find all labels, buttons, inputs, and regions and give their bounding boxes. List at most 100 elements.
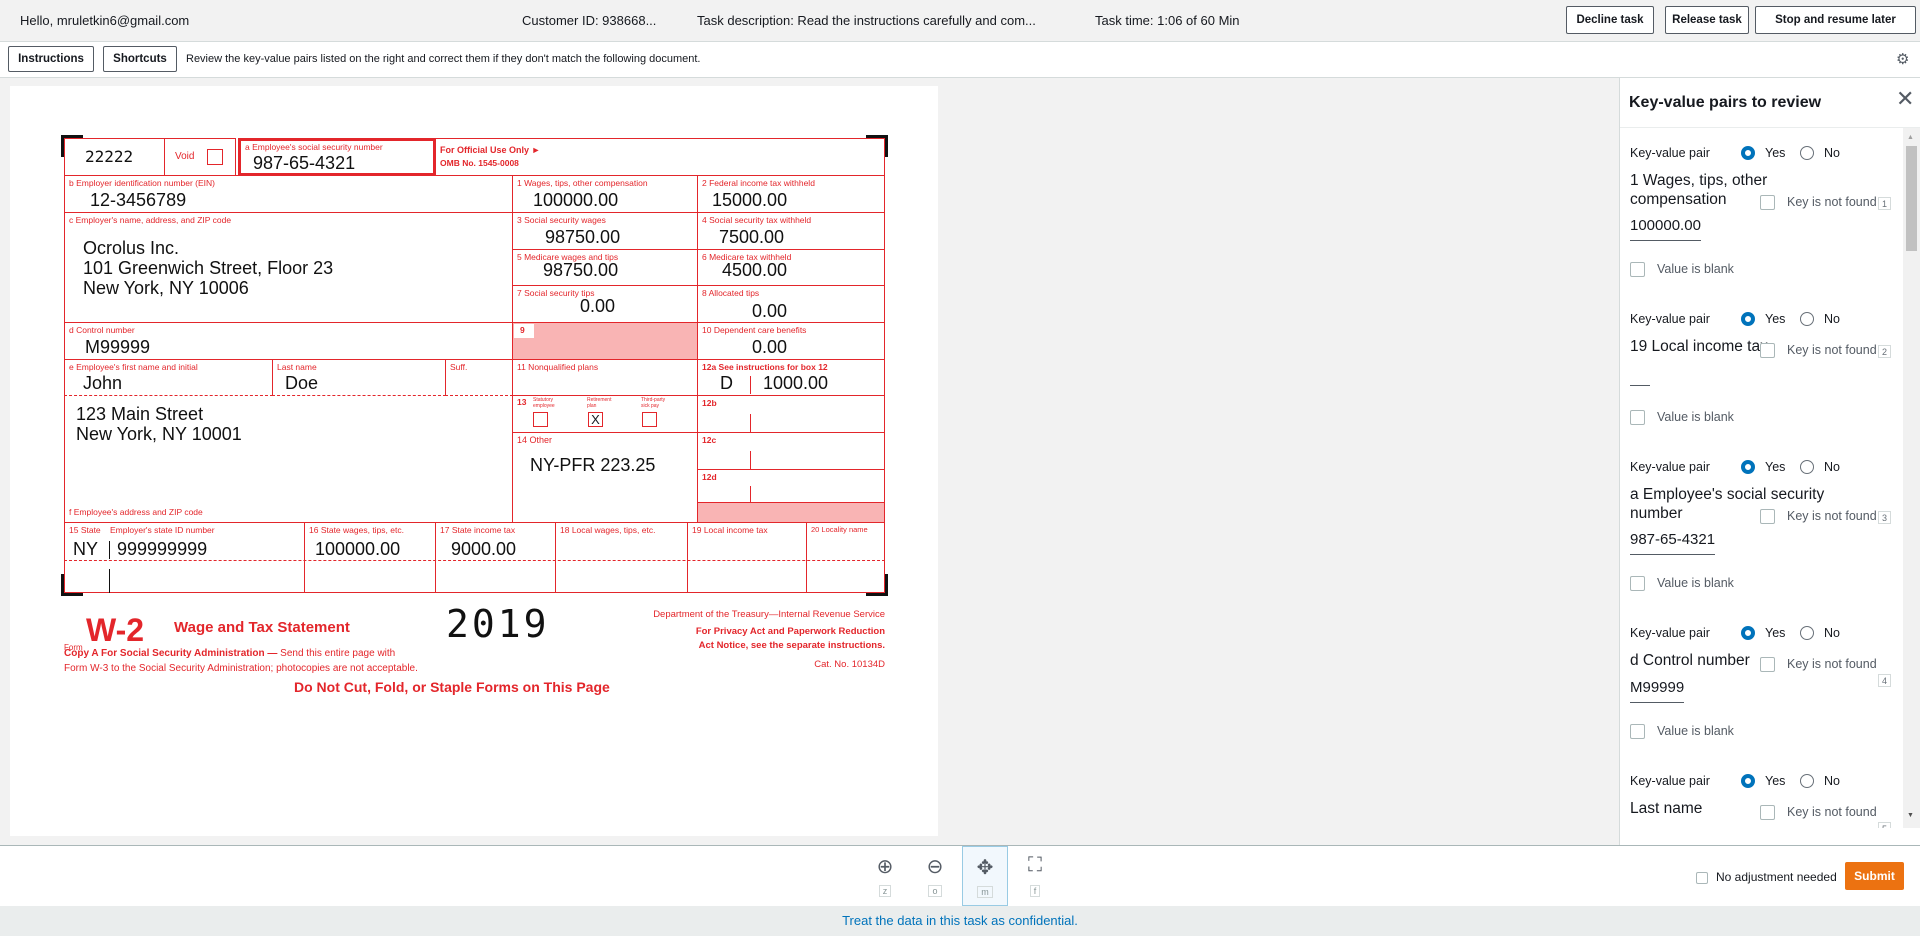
yes-radio[interactable]	[1741, 146, 1755, 160]
no-radio[interactable]	[1800, 626, 1814, 640]
scroll-up-icon[interactable]: ▲	[1907, 134, 1914, 141]
value-input[interactable]	[1630, 365, 1650, 386]
yes-radio[interactable]	[1741, 312, 1755, 326]
control-value: M99999	[85, 337, 151, 357]
box-17: 17 State income tax 9000.00	[435, 522, 556, 593]
value: 100000.00	[533, 190, 619, 210]
box-14: 14 Other NY-PFR 223.25	[512, 432, 698, 523]
key-not-found-checkbox[interactable]	[1760, 657, 1775, 672]
shaded-box	[697, 502, 885, 523]
label: 12d	[702, 472, 717, 482]
kv-item: Key-value pair Yes No Last name Key is n…	[1620, 774, 1903, 828]
value-blank-checkbox[interactable]	[1630, 410, 1645, 425]
value-input[interactable]: Doe	[1630, 827, 1658, 828]
last-name-value: Doe	[285, 373, 319, 393]
zoom-out-icon: ⊖	[926, 856, 944, 878]
label: 4 Social security tax withheld	[702, 215, 812, 225]
value-blank-checkbox[interactable]	[1630, 724, 1645, 739]
copy-note: Copy A For Social Security Administratio…	[64, 648, 395, 659]
no-radio[interactable]	[1800, 460, 1814, 474]
box-7: 7 Social security tips 0.00	[512, 285, 698, 323]
close-icon[interactable]: ✕	[1896, 86, 1914, 112]
value-input[interactable]: 100000.00	[1630, 217, 1701, 241]
key-not-found-checkbox[interactable]	[1760, 343, 1775, 358]
void-checkbox	[207, 149, 223, 165]
no-label: No	[1824, 312, 1840, 326]
employer-line: New York, NY 10006	[83, 278, 249, 298]
value-blank-checkbox[interactable]	[1630, 576, 1645, 591]
greeting: Hello, mruletkin6@gmail.com	[20, 13, 190, 28]
value: NY-PFR 223.25	[530, 455, 656, 475]
yes-label: Yes	[1765, 146, 1786, 160]
divider	[109, 541, 110, 559]
no-radio[interactable]	[1800, 312, 1814, 326]
box-3: 3 Social security wages 98750.00	[512, 212, 698, 250]
label: 9	[514, 324, 534, 338]
yes-radio[interactable]	[1741, 774, 1755, 788]
value-input[interactable]: 987-65-4321	[1630, 531, 1716, 555]
no-radio[interactable]	[1800, 146, 1814, 160]
box-void: Void	[164, 138, 236, 176]
kv-item: Key-value pair Yes No 19 Local income ta…	[1620, 312, 1903, 460]
box-6: 6 Medicare tax withheld 4500.00	[697, 249, 885, 286]
yes-radio[interactable]	[1741, 460, 1755, 474]
label: Employer's state ID number	[110, 525, 215, 535]
label: 17 State income tax	[440, 525, 516, 535]
privacy-text: Act Notice, see the separate instruction…	[698, 640, 885, 651]
gear-icon[interactable]: ⚙	[1896, 50, 1909, 68]
label: b Employer identification number (EIN)	[69, 178, 215, 188]
box-20: 20 Locality name	[806, 522, 885, 593]
box-1: 1 Wages, tips, other compensation 100000.…	[512, 175, 698, 213]
decline-task-button[interactable]: Decline task	[1566, 6, 1654, 34]
instructions-button[interactable]: Instructions	[8, 46, 94, 72]
move-tool-button[interactable]: ✥ m	[962, 846, 1008, 906]
bottom-toolbar: ⊕ z ⊖ o ✥ m ⛶ f No adjustment needed Submit	[0, 845, 1920, 906]
employer-line: Ocrolus Inc.	[83, 238, 180, 258]
pair-label: Key-value pair	[1630, 146, 1710, 160]
value-blank-checkbox[interactable]	[1630, 262, 1645, 277]
box-c: c Employer's name, address, and ZIP code…	[64, 212, 513, 323]
code-value: D	[720, 373, 733, 393]
box-19: 19 Local income tax	[687, 522, 807, 593]
item-number: 5	[1878, 822, 1891, 828]
sick-pay-checkbox	[642, 412, 657, 427]
yes-label: Yes	[1765, 460, 1786, 474]
fit-screen-tool-button[interactable]: ⛶ f	[1012, 846, 1058, 906]
label: 15 State	[69, 525, 101, 535]
no-adjustment-checkbox[interactable]	[1696, 872, 1708, 884]
box-8: 8 Allocated tips 0.00	[697, 285, 885, 323]
move-icon: ✥	[976, 857, 994, 879]
label: For Official Use Only ►	[440, 145, 541, 155]
address-line: New York, NY 10001	[76, 424, 242, 444]
label: 10 Dependent care benefits	[702, 325, 807, 335]
box-f: 123 Main Street New York, NY 10001 f Emp…	[64, 395, 513, 523]
value-input[interactable]: M99999	[1630, 679, 1685, 703]
value: 15000.00	[712, 190, 788, 210]
box-code: 22222	[64, 138, 165, 176]
shortcuts-button[interactable]: Shortcuts	[103, 46, 177, 72]
instruction-text: Review the key-value pairs listed on the…	[186, 53, 701, 65]
yes-radio[interactable]	[1741, 626, 1755, 640]
scrollbar-thumb[interactable]	[1906, 146, 1917, 251]
stop-resume-button[interactable]: Stop and resume later	[1755, 6, 1916, 34]
key-not-found-checkbox[interactable]	[1760, 805, 1775, 820]
key-not-found-checkbox[interactable]	[1760, 195, 1775, 210]
key-not-found-label: Key is not found	[1787, 343, 1877, 357]
form-name: W-2	[86, 612, 145, 648]
zoom-out-tool-button[interactable]: ⊖ o	[912, 846, 958, 906]
release-task-button[interactable]: Release task	[1665, 6, 1749, 34]
kv-item: Key-value pair Yes No a Employee's socia…	[1620, 460, 1903, 626]
divider	[750, 451, 751, 469]
label: 1 Wages, tips, other compensation	[517, 178, 648, 188]
document-viewer[interactable]: 22222 Void a Employee's social security …	[10, 86, 938, 836]
submit-button[interactable]: Submit	[1845, 862, 1904, 890]
no-radio[interactable]	[1800, 774, 1814, 788]
scrollbar[interactable]: ▲ ▼	[1903, 128, 1920, 828]
box-13: 13 Statutory employee Retirement plan Th…	[512, 395, 698, 433]
box-official: For Official Use Only ► OMB No. 1545-0008	[435, 138, 885, 176]
state-id-value: 999999999	[117, 539, 208, 559]
scroll-down-icon[interactable]: ▼	[1907, 812, 1914, 819]
zoom-in-tool-button[interactable]: ⊕ z	[862, 846, 908, 906]
w2-form: 22222 Void a Employee's social security …	[61, 135, 888, 695]
key-not-found-checkbox[interactable]	[1760, 509, 1775, 524]
